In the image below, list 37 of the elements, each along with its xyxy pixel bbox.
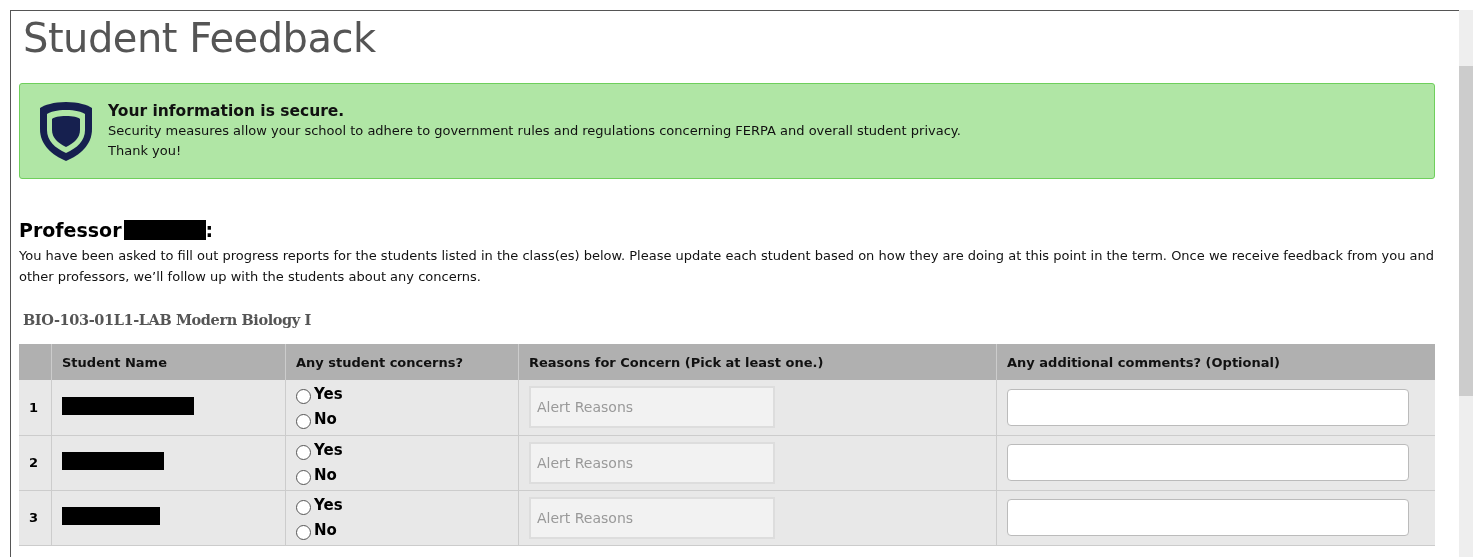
greeting-text: Professor bbox=[19, 219, 122, 241]
radio-label: No bbox=[314, 464, 337, 486]
alert-reasons-field[interactable]: Alert Reasons bbox=[529, 496, 775, 539]
column-header: Student Name bbox=[51, 344, 286, 380]
radio-button[interactable] bbox=[296, 414, 311, 430]
scrollbar[interactable] bbox=[1459, 10, 1473, 557]
scroll-thumb[interactable] bbox=[1459, 66, 1473, 396]
notice-text: Security measures allow your school to adhere to government rules and regulations concerning FERPA and overall student privacy. bbox=[108, 122, 961, 140]
radio-button[interactable] bbox=[296, 524, 311, 540]
notice-title: Your information is secure. bbox=[108, 101, 346, 121]
radio-button[interactable] bbox=[296, 444, 311, 460]
column-header: Reasons for Concern (Pick at least one.) bbox=[518, 344, 997, 380]
comment-field[interactable] bbox=[1007, 499, 1409, 536]
radio-button[interactable] bbox=[296, 499, 311, 515]
radio-button[interactable] bbox=[296, 469, 311, 485]
radio-label: Yes bbox=[314, 439, 343, 461]
header-cell bbox=[19, 344, 52, 380]
column-header: Any additional comments? (Optional) bbox=[996, 344, 1435, 380]
row-number: 1 bbox=[19, 380, 52, 435]
comment-field[interactable] bbox=[1007, 444, 1409, 481]
row-number: 2 bbox=[19, 435, 52, 490]
alert-reasons-field[interactable]: Alert Reasons bbox=[529, 386, 775, 429]
course-title: BIO-103-01L1-LAB Modern Biology I bbox=[23, 311, 312, 328]
greeting-colon: : bbox=[205, 219, 214, 241]
radio-label: Yes bbox=[314, 494, 343, 516]
radio-label: Yes bbox=[314, 384, 343, 406]
notice-thanks: Thank you! bbox=[108, 142, 183, 160]
comment-field[interactable] bbox=[1007, 388, 1409, 426]
intro-paragraph: You have been asked to fill out progress reports for the students listed in the class(es) below. Please update each student based on how they are doing at this point in the term. Once we receive feedback from you and other professors, we’ll follow up with the students about any concerns. bbox=[19, 247, 1435, 286]
row-number: 3 bbox=[19, 490, 52, 545]
shield-icon bbox=[38, 99, 94, 163]
radio-label: No bbox=[314, 409, 337, 431]
column-header: Any student concerns? bbox=[285, 344, 519, 380]
radio-label: No bbox=[314, 519, 337, 541]
radio-button[interactable] bbox=[296, 389, 311, 405]
page-title: Student Feedback bbox=[23, 14, 377, 63]
alert-reasons-field[interactable]: Alert Reasons bbox=[529, 441, 775, 484]
